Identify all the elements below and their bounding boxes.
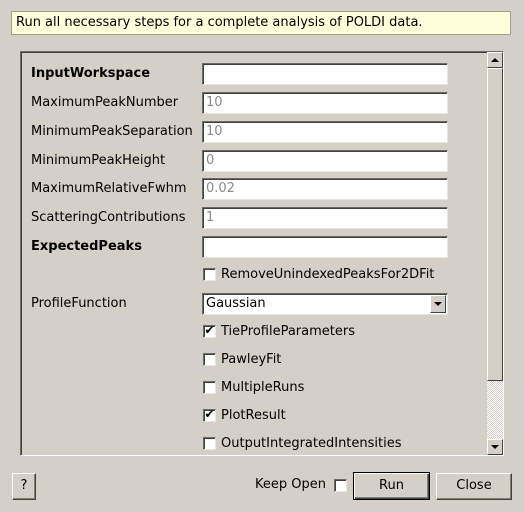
property-label: MinimumPeakHeight (31, 153, 166, 168)
property-row-inputworkspace: InputWorkspace (21, 63, 487, 85)
dropdown-button[interactable] (430, 295, 446, 313)
inputworkspace-field[interactable] (202, 63, 448, 85)
checkbox-label: PawleyFit (221, 352, 282, 367)
help-button[interactable]: ? (12, 473, 36, 500)
keep-open-checkbox[interactable] (334, 479, 347, 492)
property-row-minimumpeakheight: MinimumPeakHeight 0 (21, 150, 487, 172)
minimumpeakheight-field[interactable]: 0 (202, 150, 448, 172)
property-row-scatteringcontributions: ScatteringContributions 1 (21, 207, 487, 229)
property-label: MaximumRelativeFwhm (31, 181, 187, 196)
keep-open-label: Keep Open (255, 477, 326, 492)
property-label: MinimumPeakSeparation (31, 124, 193, 139)
remove-unindexed-checkbox[interactable] (203, 268, 216, 281)
checkbox-label: MultipleRuns (221, 380, 305, 395)
property-label: ExpectedPeaks (31, 239, 142, 254)
property-row-profilefunction: ProfileFunction Gaussian (21, 293, 487, 315)
property-label: InputWorkspace (31, 66, 151, 81)
check-mark-icon (204, 435, 215, 447)
multipleruns-checkbox[interactable] (203, 381, 216, 394)
check-mark-icon: ✔ (204, 323, 215, 337)
close-button[interactable]: Close (436, 473, 512, 500)
expectedpeaks-field[interactable] (202, 236, 448, 258)
check-mark-icon (204, 266, 215, 278)
dropdown-selected-value: Gaussian (206, 296, 266, 311)
checkbox-label: PlotResult (221, 408, 286, 423)
property-row-maximumrelativefwhm: MaximumRelativeFwhm 0.02 (21, 178, 487, 200)
scrollbar-thumb[interactable] (487, 68, 503, 381)
scatteringcontributions-field[interactable]: 1 (202, 207, 448, 229)
chevron-down-icon (434, 302, 442, 306)
scroll-up-button[interactable] (487, 52, 503, 68)
vertical-scrollbar[interactable] (487, 52, 503, 455)
property-label: ProfileFunction (31, 296, 127, 311)
property-row-minimumpeakseparation: MinimumPeakSeparation 10 (21, 121, 487, 143)
maximumrelativefwhm-field[interactable]: 0.02 (202, 178, 448, 200)
checkbox-label: TieProfileParameters (221, 324, 355, 339)
arrow-up-icon (491, 58, 499, 62)
scroll-down-button[interactable] (487, 439, 503, 455)
outputintegratedintensities-checkbox[interactable] (203, 437, 216, 450)
check-mark-icon: ✔ (204, 407, 215, 421)
property-label: MaximumPeakNumber (31, 95, 179, 110)
maximumpeaknumber-field[interactable]: 10 (202, 92, 448, 114)
run-button[interactable]: Run (353, 472, 430, 500)
properties-panel: InputWorkspace MaximumPeakNumber 10 Mini… (20, 51, 504, 456)
plotresult-checkbox[interactable]: ✔ (203, 407, 216, 422)
check-mark-icon (204, 379, 215, 391)
profilefunction-dropdown[interactable]: Gaussian (202, 293, 448, 315)
checkbox-label: RemoveUnindexedPeaksFor2DFit (221, 267, 435, 282)
tieprofileparameters-checkbox[interactable]: ✔ (203, 323, 216, 338)
checkbox-label: OutputIntegratedIntensities (221, 436, 402, 451)
arrow-down-icon (491, 445, 499, 449)
check-mark-icon (204, 351, 215, 363)
algorithm-description: Run all necessary steps for a complete a… (11, 11, 511, 35)
property-row-expectedpeaks: ExpectedPeaks (21, 236, 487, 258)
property-label: ScatteringContributions (31, 210, 186, 225)
minimumpeakseparation-field[interactable]: 10 (202, 121, 448, 143)
property-row-maximumpeaknumber: MaximumPeakNumber 10 (21, 92, 487, 114)
pawleyfit-checkbox[interactable] (203, 353, 216, 366)
